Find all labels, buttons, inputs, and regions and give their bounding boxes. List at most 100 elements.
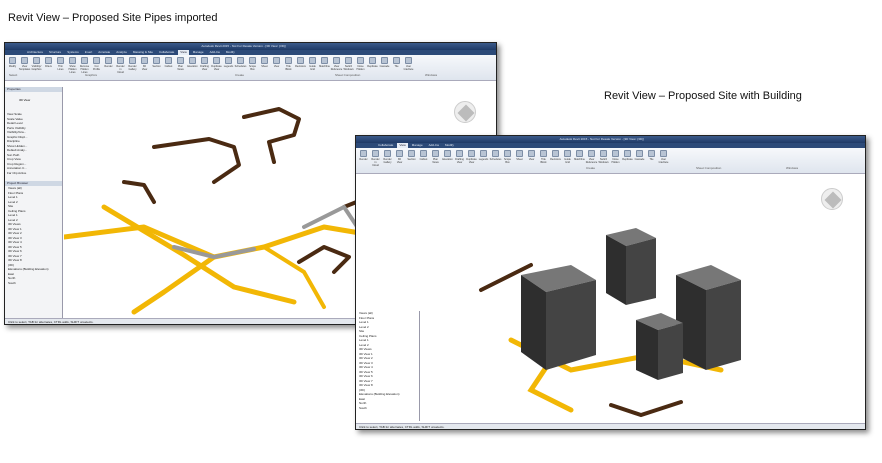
ribbon-button[interactable]: Tile [392,57,401,78]
ribbon-button-label: 3D View [396,158,403,164]
ribbon-button-label: View [528,158,535,161]
ribbon-button-icon [384,150,391,157]
ribbon-button[interactable]: Section [407,150,416,171]
ribbon-button-icon [408,150,415,157]
ribbon-button[interactable]: Replicate [622,150,633,171]
ribbon-button-icon [93,57,100,64]
ribbon-button-icon [165,57,172,64]
viewcube[interactable] [821,188,843,210]
ribbon-button-icon [660,150,667,157]
status-bar: Click to select, TAB for alternates, CTR… [356,423,865,429]
ribbon-button-icon [117,57,124,64]
ribbon-button[interactable]: View [272,57,281,78]
ribbon-button[interactable]: Duplicate View [466,150,477,171]
ribbon-button-label: View Templates [18,65,31,71]
ribbon-button[interactable]: Revisions [550,150,561,171]
ribbon-button[interactable]: Visibility/ Graphics [31,57,42,78]
ribbon-button-icon [468,150,475,157]
ribbon-button-icon [213,57,220,64]
ribbon-button[interactable]: Elevation [442,150,453,171]
ribbon-button[interactable]: Plan Views [176,57,185,78]
viewcube[interactable] [454,101,476,123]
ribbon-button[interactable]: View Templates [18,57,31,78]
ribbon-button-icon [600,150,607,157]
ribbon-button-icon [480,150,487,157]
ribbon-button[interactable]: Scope Box [503,150,512,171]
ribbon-button[interactable]: Cascade [635,150,644,171]
ribbon-button-label: View Reference [330,65,343,71]
ribbon-button[interactable]: Drafting View [200,57,209,78]
ribbon-button-icon [405,57,412,64]
ribbon-button[interactable]: Matchline [574,150,585,171]
ribbon-button[interactable]: Callout [164,57,173,78]
ribbon-button-icon [492,150,499,157]
ribbon-button-label: Render [104,65,113,68]
ribbon-button[interactable]: Title Block [284,57,293,78]
ribbon-button-label: Elevation [442,158,453,161]
ribbon-button[interactable]: Render [359,150,368,171]
ribbon-button[interactable]: Render in Cloud [371,150,380,171]
ribbon-button[interactable]: Close Hidden [611,150,620,171]
ribbon-button[interactable]: Duplicate View [211,57,222,78]
ribbon-button[interactable]: Switch Windows [598,150,609,171]
ribbon-button-label: Visibility/ Graphics [31,65,42,71]
ribbon-button[interactable]: Sheet [515,150,524,171]
ribbon-button-icon [69,57,76,64]
ribbon-button[interactable]: Legends [224,57,233,78]
ribbon-button-icon [540,150,547,157]
ribbon-button-label: View Reference [585,158,598,164]
project-browser: Views (all) Floor Plans Level 1 Level 2 Site… [356,311,420,421]
ribbon-button[interactable]: Thin Lines [56,57,65,78]
ribbon-button[interactable]: Matchline [319,57,330,78]
ribbon-button[interactable]: 3D View [395,150,404,171]
ribbon-button[interactable]: Plan Views [431,150,440,171]
ribbon-button-label: Switch Windows [343,65,354,71]
ribbon-button[interactable]: User Interface [404,57,413,78]
ribbon-button[interactable]: Filters [44,57,53,78]
ribbon-button[interactable]: Section [152,57,161,78]
ribbon-button-label: Drafting View [455,158,464,164]
ribbon-button-icon [381,57,388,64]
ribbon-button[interactable]: Revisions [295,57,306,78]
ribbon-button[interactable]: Guide Grid [563,150,572,171]
ribbon-button-label: User Interface [403,65,414,71]
3d-view-canvas[interactable] [421,180,865,421]
ribbon-button[interactable]: Callout [419,150,428,171]
ribbon-button[interactable]: Show Hidden Lines [68,57,77,78]
ribbon-button[interactable]: Render Gallery [128,57,137,78]
ribbon-button-label: Duplicate View [211,65,222,71]
ribbon-button[interactable]: Elevation [187,57,198,78]
ribbon-button-icon [237,57,244,64]
ribbon-button[interactable]: Legends [479,150,488,171]
ribbon-button-icon [576,150,583,157]
ribbon-button[interactable]: Render [104,57,113,78]
caption-building: Revit View – Proposed Site with Building [604,90,802,102]
ribbon-button[interactable]: Sheet [260,57,269,78]
ribbon-button[interactable]: Scope Box [248,57,257,78]
ribbon: Modify View Templates Visibility/ Graphics… [5,55,496,81]
ribbon-button[interactable]: 3D View [140,57,149,78]
ribbon-button-icon [57,57,64,64]
ribbon-button[interactable]: Guide Grid [308,57,317,78]
ribbon-button[interactable]: Render in Cloud [116,57,125,78]
ribbon-button[interactable]: Replicate [367,57,378,78]
ribbon-button-icon [105,57,112,64]
ribbon-button[interactable]: Title Block [539,150,548,171]
ribbon-button[interactable]: User Interface [659,150,668,171]
browser-item[interactable]: South [359,406,419,411]
ribbon-button[interactable]: Cascade [380,57,389,78]
ribbon-button[interactable]: Drafting View [455,150,464,171]
ribbon-button[interactable]: Tile [647,150,656,171]
ribbon-button-label: Replicate [622,158,633,161]
ribbon-button[interactable]: Render Gallery [383,150,392,171]
ribbon-button[interactable]: View [527,150,536,171]
ribbon-button[interactable]: Schedules [490,150,501,171]
ribbon-button-label: Close Hidden [611,158,620,164]
ribbon: Render Render in Cloud Render Gallery 3D Vi… [356,148,865,174]
pipe-dark [297,245,351,274]
properties-type[interactable]: 3D View [5,92,62,112]
property-row[interactable]: Far Clip Active [7,171,62,176]
ribbon-button-label: Modify [8,65,17,68]
pipe-dark [609,400,683,418]
browser-item[interactable]: South [8,281,62,286]
